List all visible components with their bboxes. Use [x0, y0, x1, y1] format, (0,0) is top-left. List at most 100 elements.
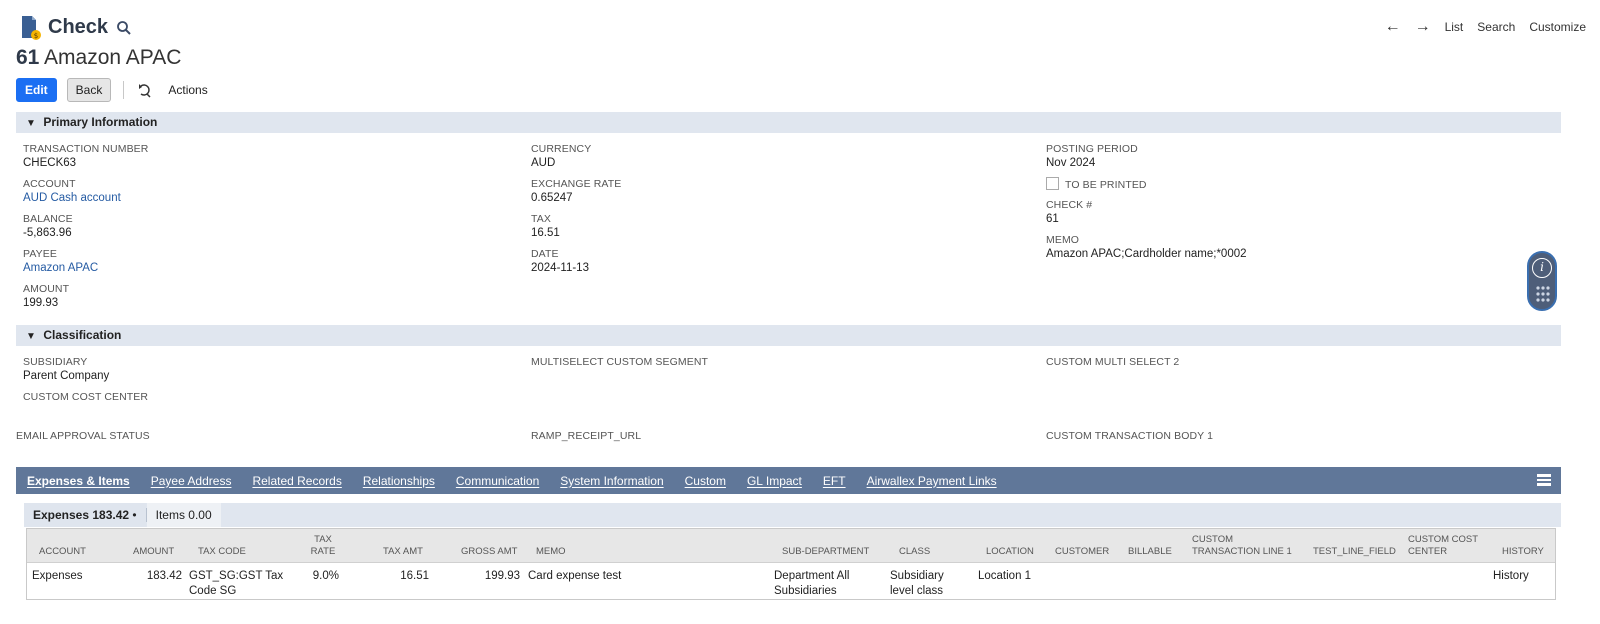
- column-header-billable[interactable]: BILLABLE: [1128, 546, 1172, 558]
- tab-communication[interactable]: Communication: [456, 474, 539, 488]
- cell-account-link[interactable]: Expenses: [32, 569, 83, 584]
- ramp-receipt-url-field: RAMP_RECEIPT_URL: [531, 430, 641, 442]
- tab-expenses-items[interactable]: Expenses & Items: [27, 474, 130, 488]
- cell-amount: 183.42: [146, 570, 182, 582]
- field-label: EXCHANGE RATE: [531, 178, 622, 190]
- field-label: CHECK #: [1046, 199, 1093, 211]
- apps-grid-icon[interactable]: [1535, 285, 1551, 303]
- table-row[interactable]: Expenses 183.42 GST_SG:GST Tax Code SG 9…: [27, 563, 1555, 599]
- section-title: Classification: [43, 328, 122, 342]
- back-button[interactable]: Back: [66, 78, 112, 102]
- account-link[interactable]: AUD Cash account: [23, 192, 121, 204]
- classification-header[interactable]: ▼ Classification: [16, 325, 1561, 346]
- field-label: CUSTOM TRANSACTION BODY 1: [1046, 430, 1214, 442]
- field-label: ACCOUNT: [23, 178, 76, 190]
- cell-sub-department: Department All Subsidiaries: [774, 570, 850, 597]
- field-label: DATE: [531, 248, 559, 260]
- tab-eft[interactable]: EFT: [823, 474, 846, 488]
- subtab-expenses[interactable]: Expenses 183.42 •: [24, 503, 146, 527]
- search-link[interactable]: Search: [1477, 20, 1515, 34]
- button-separator: [123, 81, 125, 99]
- account-field: ACCOUNT AUD Cash account: [23, 178, 121, 204]
- field-label: POSTING PERIOD: [1046, 143, 1138, 155]
- actions-label: Actions: [168, 83, 208, 97]
- email-approval-status-field: EMAIL APPROVAL STATUS: [16, 430, 150, 442]
- cell-tax-rate: 9.0%: [312, 570, 339, 582]
- field-value: CHECK63: [23, 157, 77, 169]
- field-label: RAMP_RECEIPT_URL: [531, 430, 642, 442]
- column-header-amount[interactable]: AMOUNT: [133, 546, 174, 558]
- column-header-class[interactable]: CLASS: [899, 546, 930, 558]
- field-label: TRANSACTION NUMBER: [23, 143, 149, 155]
- field-label: CURRENCY: [531, 143, 592, 155]
- tab-bar: Expenses & Items Payee Address Related R…: [16, 467, 1561, 494]
- help-widget[interactable]: i: [1527, 251, 1557, 311]
- check-number-field: CHECK # 61: [1046, 199, 1092, 225]
- info-icon[interactable]: i: [1532, 258, 1552, 278]
- field-value: 0.65247: [531, 192, 573, 204]
- cell-class: Subsidiary level class: [890, 570, 944, 597]
- previous-record-arrow-icon[interactable]: ←: [1385, 19, 1401, 35]
- column-header-memo[interactable]: MEMO: [536, 546, 566, 558]
- date-field: DATE 2024-11-13: [531, 248, 589, 274]
- column-header-account[interactable]: ACCOUNT: [39, 546, 86, 558]
- field-label: BALANCE: [23, 213, 73, 225]
- field-label: PAYEE: [23, 248, 57, 260]
- primary-information-header[interactable]: ▼ Primary Information: [16, 112, 1561, 133]
- cell-location: Location 1: [978, 570, 1032, 582]
- record-entity: Amazon APAC: [44, 46, 182, 69]
- chevron-down-icon: ▼: [26, 331, 36, 342]
- column-header-custom-cost-center[interactable]: CUSTOM COST CENTER: [1408, 534, 1478, 558]
- custom-multi-select-2-field: CUSTOM MULTI SELECT 2: [1046, 356, 1179, 368]
- tab-system-information[interactable]: System Information: [560, 474, 663, 488]
- column-header-customer[interactable]: CUSTOMER: [1055, 546, 1109, 558]
- column-header-tax-amt[interactable]: TAX AMT: [383, 546, 423, 558]
- list-link[interactable]: List: [1445, 20, 1464, 34]
- cell-tax-amt: 16.51: [400, 570, 429, 582]
- tab-relationships[interactable]: Relationships: [363, 474, 435, 488]
- cell-memo: Card expense test: [528, 570, 622, 582]
- column-header-test-line-field[interactable]: TEST_LINE_FIELD: [1313, 546, 1396, 558]
- column-header-history[interactable]: HISTORY: [1502, 546, 1544, 558]
- field-value: -5,863.96: [23, 227, 72, 239]
- check-record-icon: $: [22, 16, 41, 40]
- column-header-gross-amt[interactable]: GROSS AMT: [461, 546, 517, 558]
- subtab-dot: •: [132, 508, 137, 522]
- cell-history-link[interactable]: History: [1493, 569, 1529, 584]
- to-be-printed-checkbox[interactable]: [1046, 177, 1059, 190]
- column-header-location[interactable]: LOCATION: [986, 546, 1034, 558]
- record-number: 61: [16, 46, 40, 69]
- record-nav: ← → List Search Customize: [1385, 19, 1586, 35]
- tab-airwallex-payment-links[interactable]: Airwallex Payment Links: [867, 474, 997, 488]
- currency-field: CURRENCY AUD: [531, 143, 591, 169]
- column-header-custom-transaction-line-1[interactable]: CUSTOM TRANSACTION LINE 1: [1192, 534, 1292, 558]
- tab-related-records[interactable]: Related Records: [252, 474, 341, 488]
- field-value: Nov 2024: [1046, 157, 1096, 169]
- edit-button[interactable]: Edit: [16, 78, 57, 102]
- field-label: TO BE PRINTED: [1065, 179, 1147, 191]
- payee-link[interactable]: Amazon APAC: [23, 262, 98, 274]
- subtab-items[interactable]: Items 0.00: [146, 503, 221, 527]
- page-header: $ Check 61 Amazon APAC ← → List Search C…: [16, 10, 1600, 102]
- field-label: CUSTOM MULTI SELECT 2: [1046, 356, 1180, 368]
- column-header-sub-department[interactable]: SUB-DEPARTMENT: [782, 546, 869, 558]
- field-label: AMOUNT: [23, 283, 70, 295]
- chevron-down-icon: ▼: [26, 118, 36, 129]
- subtab-expenses-label: Expenses 183.42: [33, 508, 130, 522]
- tab-payee-address[interactable]: Payee Address: [151, 474, 232, 488]
- menu-icon[interactable]: [1537, 473, 1551, 487]
- balance-field: BALANCE -5,863.96: [23, 213, 73, 239]
- column-header-tax-rate[interactable]: TAX RATE: [308, 534, 338, 558]
- field-label: EMAIL APPROVAL STATUS: [16, 430, 150, 442]
- next-record-arrow-icon[interactable]: →: [1415, 19, 1431, 35]
- search-icon[interactable]: [116, 19, 132, 37]
- multiselect-custom-segment-field: MULTISELECT CUSTOM SEGMENT: [531, 356, 708, 368]
- tab-custom[interactable]: Custom: [685, 474, 726, 488]
- cell-gross-amt: 199.93: [484, 570, 520, 582]
- column-header-tax-code[interactable]: TAX CODE: [198, 546, 246, 558]
- customize-link[interactable]: Customize: [1529, 20, 1586, 34]
- tab-gl-impact[interactable]: GL Impact: [747, 474, 802, 488]
- field-value: AUD: [531, 157, 556, 169]
- actions-menu[interactable]: Actions: [138, 82, 208, 98]
- subtab-bar: Expenses 183.42 • Items 0.00: [24, 503, 1561, 527]
